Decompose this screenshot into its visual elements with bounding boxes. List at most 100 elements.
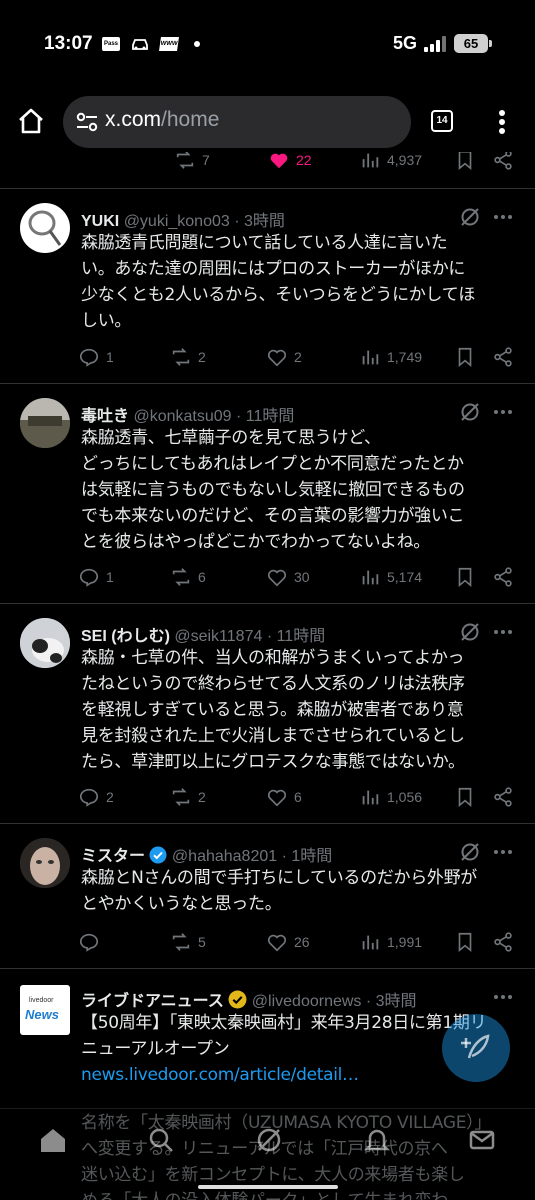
- tweet-card[interactable]: SEI (わしむ) @seik11874 · 11時間 森脇・七草の件、当人の和…: [0, 604, 535, 824]
- more-options-icon[interactable]: [492, 408, 514, 416]
- bookmark-icon: [458, 347, 472, 368]
- tweet-text-line: 少なくとも2人いるから、そいつらをどうにかしてほ: [81, 285, 476, 305]
- tweet-time[interactable]: 1時間: [291, 848, 332, 865]
- url-bar[interactable]: x.com/home: [63, 96, 411, 148]
- views-button[interactable]: 1,991: [359, 930, 422, 954]
- retweet-icon: [172, 933, 190, 951]
- avatar-image: [20, 618, 70, 668]
- like-count: 22: [296, 152, 312, 168]
- bookmark-button[interactable]: [454, 565, 482, 589]
- user-handle[interactable]: @livedoornews: [252, 993, 362, 1010]
- avatar[interactable]: [20, 838, 70, 888]
- avatar[interactable]: livedoor News: [20, 985, 70, 1035]
- grok-icon[interactable]: [459, 621, 481, 643]
- display-name[interactable]: ライブドアニュース: [81, 993, 224, 1010]
- avatar[interactable]: [20, 618, 70, 668]
- more-options-icon[interactable]: [492, 628, 514, 636]
- tweet-text: 森脇とNさんの間で手打ちにしているのだから外野が とやかくいうなと思った。: [81, 865, 511, 917]
- bookmark-button[interactable]: [454, 930, 482, 954]
- grok-icon[interactable]: [459, 401, 481, 423]
- retweet-button[interactable]: 2: [170, 785, 206, 809]
- partial-tweet[interactable]: 7 22 4,937: [0, 152, 535, 189]
- display-name[interactable]: ミスター: [81, 848, 145, 865]
- notifications-icon[interactable]: [361, 1124, 393, 1156]
- tweet-time[interactable]: 3時間: [244, 213, 285, 230]
- bookmark-button[interactable]: [454, 152, 482, 172]
- more-options-icon[interactable]: [492, 213, 514, 221]
- retweet-button[interactable]: 2: [170, 345, 206, 369]
- status-bar: 13:07 Pass WWW 5G 65: [0, 0, 535, 88]
- retweet-button[interactable]: 7: [174, 152, 210, 172]
- bookmark-icon: [458, 152, 472, 171]
- display-name[interactable]: YUKI: [81, 213, 119, 230]
- tweet-actions: 1 2 2 1,749: [78, 345, 518, 369]
- share-button[interactable]: [492, 345, 520, 369]
- reply-button[interactable]: 1: [78, 345, 114, 369]
- retweet-button[interactable]: 5: [170, 930, 206, 954]
- dot-separator: ·: [281, 848, 287, 865]
- like-button[interactable]: 6: [266, 785, 302, 809]
- status-time: 13:07: [44, 33, 93, 54]
- views-button[interactable]: 1,056: [359, 785, 422, 809]
- tweet-card[interactable]: ミスター @hahaha8201 · 1時間 森脇とNさんの間で手打ちにしている…: [0, 824, 535, 969]
- tweet-card[interactable]: YUKI @yuki_kono03 · 3時間 森脇透青氏問題について話している…: [0, 189, 535, 384]
- site-settings-icon[interactable]: [76, 112, 98, 132]
- more-options-icon[interactable]: [492, 848, 514, 856]
- compose-post-button[interactable]: [442, 1014, 510, 1082]
- reply-button[interactable]: [78, 930, 106, 954]
- tweet-time[interactable]: 3時間: [376, 993, 417, 1010]
- grok-icon[interactable]: [459, 206, 481, 228]
- like-button[interactable]: 30: [266, 565, 310, 589]
- home-icon[interactable]: [16, 106, 46, 136]
- messages-icon[interactable]: [466, 1124, 498, 1156]
- views-button[interactable]: 1,749: [359, 345, 422, 369]
- user-handle[interactable]: @seik11874: [174, 628, 262, 645]
- tweet-text-line: 森脇・七草の件、当人の和解がうまくいってよかっ: [81, 648, 465, 668]
- home-filled-icon[interactable]: [37, 1124, 69, 1156]
- reply-button[interactable]: 1: [78, 565, 114, 589]
- tweet-time[interactable]: 11時間: [246, 408, 295, 425]
- url-text[interactable]: x.com/home: [105, 108, 219, 132]
- share-button[interactable]: [492, 152, 520, 172]
- gesture-bar[interactable]: [198, 1185, 338, 1189]
- avatar[interactable]: [20, 203, 70, 253]
- views-button[interactable]: 4,937: [359, 152, 422, 172]
- like-count: 2: [294, 349, 302, 365]
- avatar[interactable]: [20, 398, 70, 448]
- tab-switcher-button[interactable]: 14: [431, 110, 453, 132]
- retweet-count: 5: [198, 934, 206, 950]
- retweet-icon: [172, 788, 190, 806]
- display-name[interactable]: 毒吐き: [81, 408, 129, 425]
- views-button[interactable]: 5,174: [359, 565, 422, 589]
- share-button[interactable]: [492, 785, 520, 809]
- like-button[interactable]: 22: [268, 152, 312, 172]
- bookmark-button[interactable]: [454, 345, 482, 369]
- tweet-text-line: たねというので終わらせてる人文系のノリは法秩序: [81, 674, 465, 694]
- tweet-card[interactable]: 毒吐き @konkatsu09 · 11時間 森脇透青、七草繭子のを見て思うけど…: [0, 384, 535, 604]
- more-options-icon[interactable]: [492, 993, 514, 1001]
- share-icon: [494, 787, 512, 807]
- tweet-header: ライブドアニュース @livedoornews · 3時間: [81, 987, 417, 1011]
- tweet-text-line: 森脇透青、七草繭子のを見て思うけど、: [81, 428, 381, 448]
- user-handle[interactable]: @yuki_kono03: [124, 213, 230, 230]
- browser-menu-icon[interactable]: [498, 110, 506, 134]
- grok-icon[interactable]: [459, 841, 481, 863]
- tweet-header: SEI (わしむ) @seik11874 · 11時間: [81, 622, 325, 646]
- search-icon[interactable]: [145, 1124, 177, 1156]
- retweet-button[interactable]: 6: [170, 565, 206, 589]
- share-button[interactable]: [492, 565, 520, 589]
- tweet-time[interactable]: 11時間: [277, 628, 326, 645]
- user-handle[interactable]: @hahaha8201: [172, 848, 277, 865]
- like-button[interactable]: 26: [266, 930, 310, 954]
- bookmark-button[interactable]: [454, 785, 482, 809]
- like-button[interactable]: 2: [266, 345, 302, 369]
- share-button[interactable]: [492, 930, 520, 954]
- display-name[interactable]: SEI (わしむ): [81, 628, 170, 645]
- verified-gold-badge-icon: [228, 990, 247, 1009]
- user-handle[interactable]: @konkatsu09: [133, 408, 231, 425]
- reply-button[interactable]: 2: [78, 785, 114, 809]
- reply-count: 1: [106, 569, 114, 585]
- views-icon: [362, 350, 379, 365]
- reply-icon: [79, 348, 99, 367]
- grok-nav-icon[interactable]: [253, 1124, 285, 1156]
